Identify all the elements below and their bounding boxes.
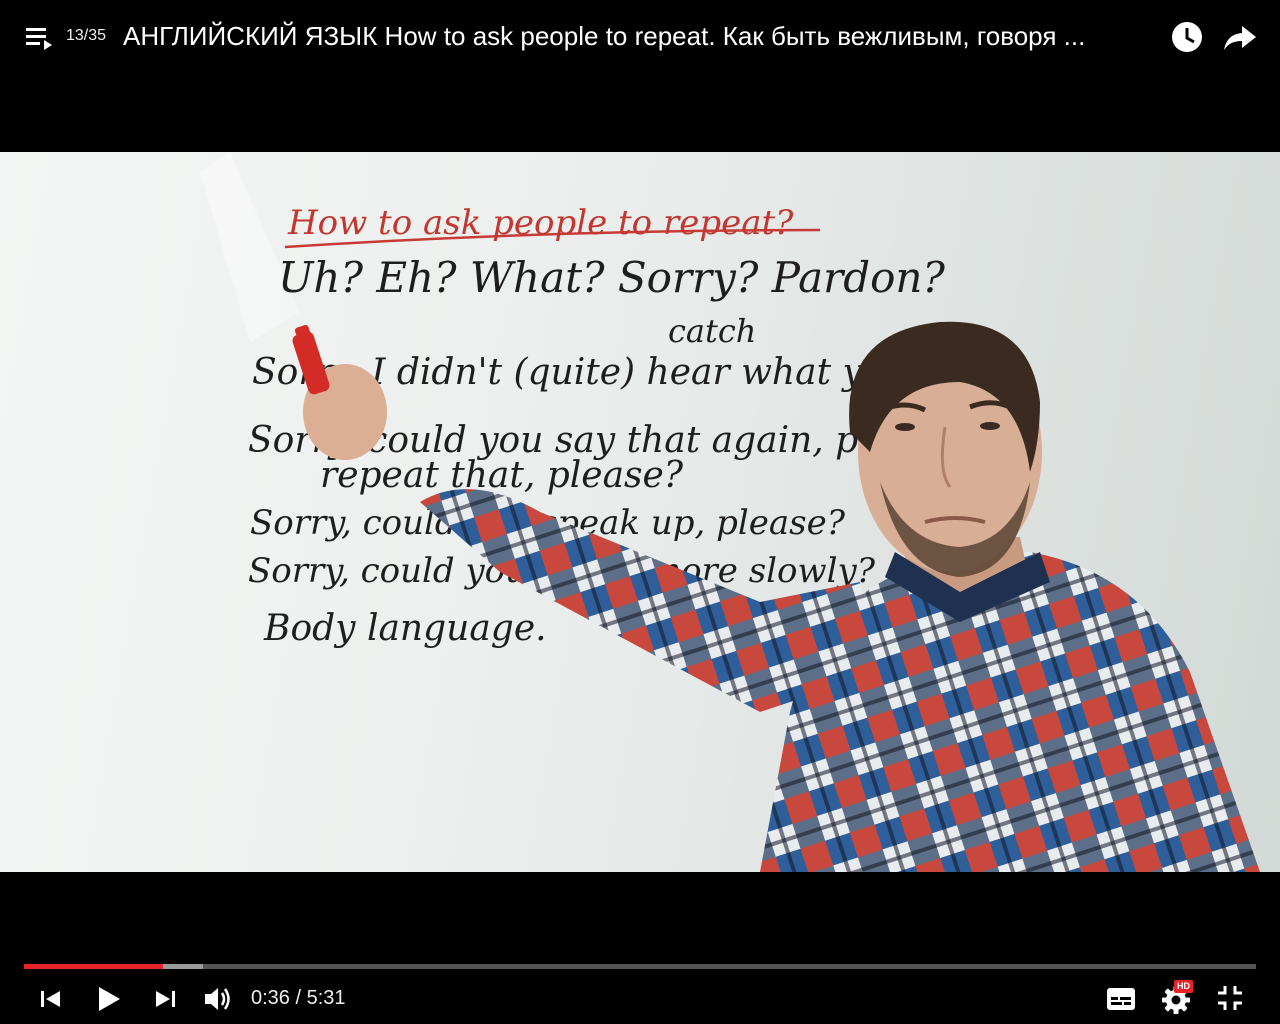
exit-fullscreen-icon[interactable] (1214, 982, 1246, 1014)
play-icon[interactable] (92, 982, 124, 1014)
settings-button[interactable]: HD (1160, 980, 1200, 1014)
watch-later-icon[interactable] (1170, 20, 1204, 54)
whiteboard-line-5: repeat that, please? (320, 455, 684, 496)
time-separator: / (289, 987, 307, 1009)
whiteboard-line-1: Uh? Eh? What? Sorry? Pardon? (278, 253, 945, 302)
player-controls: 0:36 / 5:31 HD (0, 976, 1280, 1020)
progress-played (24, 964, 163, 969)
previous-icon[interactable] (36, 982, 68, 1014)
current-time: 0:36 (251, 987, 290, 1009)
whiteboard-line-2: catch (668, 312, 756, 350)
whiteboard-heading: How to ask people to repeat? (287, 203, 794, 243)
time-display: 0:36 / 5:31 (251, 987, 346, 1010)
presenter (292, 321, 1260, 872)
subtitles-icon[interactable] (1105, 982, 1137, 1014)
top-bar: 13/35 АНГЛИЙСКИЙ ЯЗЫК How to ask people … (0, 0, 1280, 72)
share-icon[interactable] (1222, 20, 1258, 54)
duration: 5:31 (306, 987, 346, 1009)
hd-badge: HD (1174, 980, 1193, 993)
video-title[interactable]: АНГЛИЙСКИЙ ЯЗЫК How to ask people to rep… (123, 20, 1163, 52)
video-scene: How to ask people to repeat? Uh? Eh? Wha… (200, 152, 1260, 872)
volume-icon[interactable] (202, 982, 234, 1014)
next-icon[interactable] (150, 982, 182, 1014)
whiteboard-line-8: Body language. (263, 608, 547, 649)
video-frame[interactable]: How to ask people to repeat? Uh? Eh? Wha… (0, 152, 1280, 872)
progress-bar[interactable] (24, 964, 1256, 969)
playlist-icon[interactable] (26, 26, 54, 52)
playlist-counter: 13/35 (66, 27, 107, 44)
